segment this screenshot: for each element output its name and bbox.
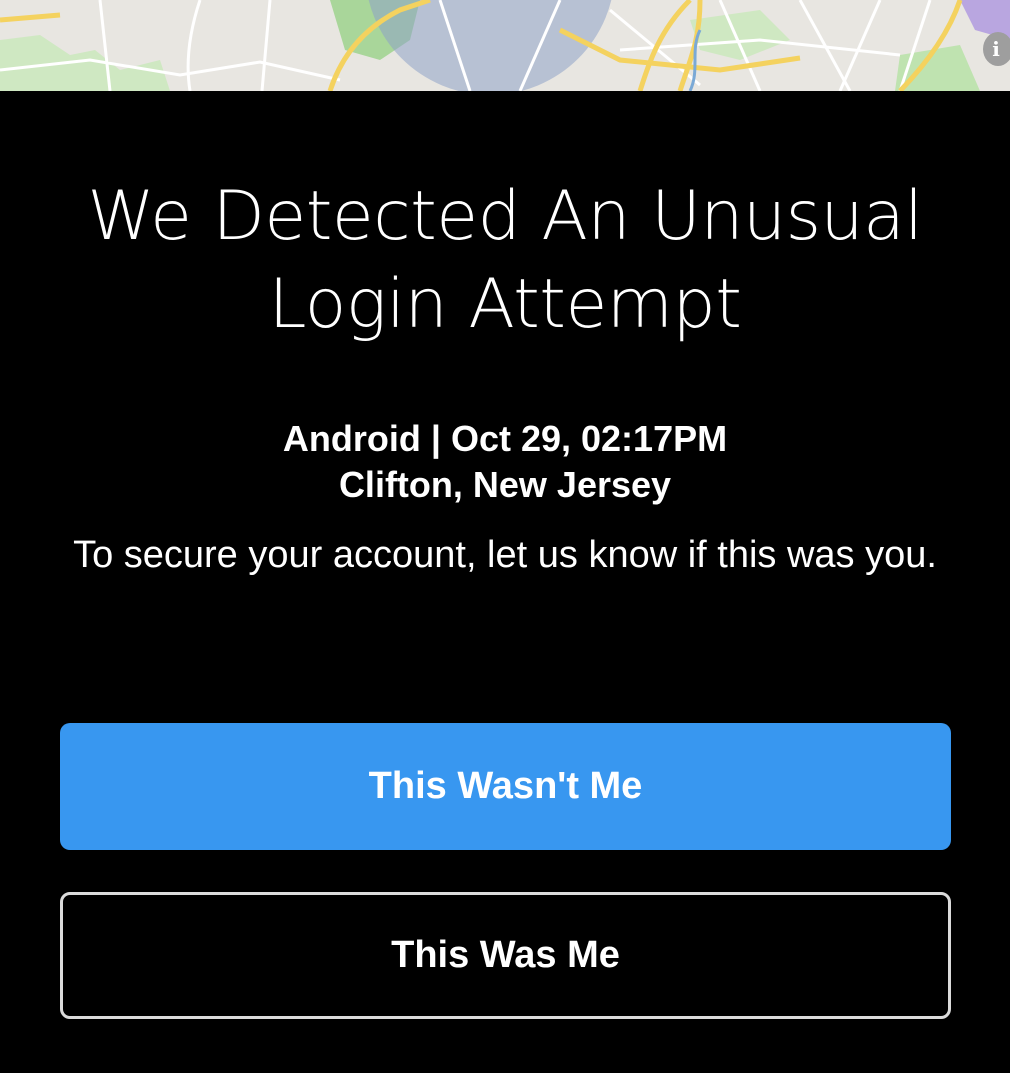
device-time-line: Android | Oct 29, 02:17PM (282, 418, 728, 459)
location-line: Clifton, New Jersey (338, 464, 672, 505)
map-graphic (0, 0, 1010, 91)
alert-title: We Detected An Unusual Login Attempt (87, 177, 923, 344)
info-icon[interactable]: i (983, 32, 1010, 66)
security-prompt: To secure your account, let us know if t… (73, 534, 937, 576)
this-was-me-button[interactable]: This Was Me (60, 892, 951, 1019)
map-view[interactable]: i (0, 0, 1010, 91)
login-alert-panel: We Detected An Unusual Login Attempt And… (0, 91, 1010, 1073)
this-wasnt-me-button[interactable]: This Wasn't Me (60, 723, 951, 850)
